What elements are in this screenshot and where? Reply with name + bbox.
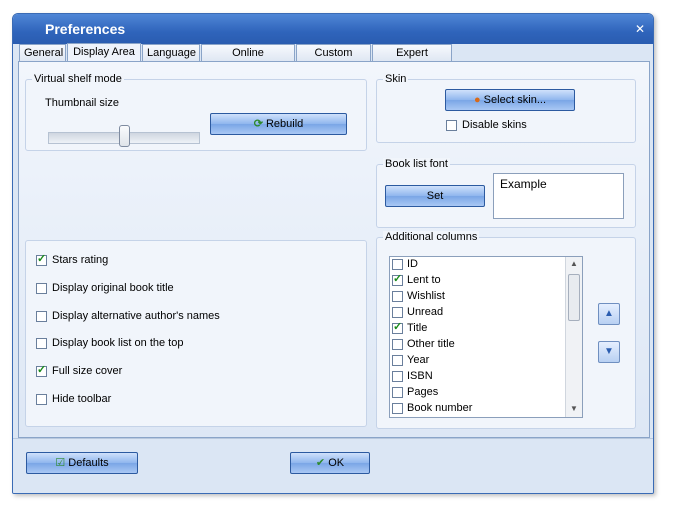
column-checkbox[interactable] — [392, 403, 403, 414]
font-example-box: Example — [493, 173, 624, 219]
list-item[interactable]: Book number — [392, 401, 562, 417]
rebuild-button[interactable]: ⟳ Rebuild — [210, 113, 347, 135]
list-item[interactable]: Unread — [392, 305, 562, 321]
column-checkbox[interactable] — [392, 272, 403, 286]
list-on-top-checkbox[interactable] — [36, 338, 47, 349]
column-label: Book number — [407, 402, 473, 414]
columns-list[interactable]: ID Lent to Wishlist Unread Title Other t… — [389, 256, 583, 418]
columns-scrollbar[interactable]: ▲ ▼ — [565, 257, 582, 417]
move-down-icon: ▼ — [604, 346, 614, 357]
select-skin-label: Select skin... — [483, 94, 547, 106]
display-area-panel: Virtual shelf mode Thumbnail size ⟳ Rebu… — [18, 61, 650, 438]
column-label: ID — [407, 258, 418, 270]
list-item[interactable]: Pages — [392, 385, 562, 401]
column-label: Other title — [407, 338, 455, 350]
display-options-group: Stars rating Display original book title… — [25, 240, 367, 427]
alt-author-names-checkbox[interactable] — [36, 311, 47, 322]
disable-skins-checkbox[interactable] — [446, 120, 457, 131]
rebuild-button-label: Rebuild — [265, 118, 304, 130]
list-item[interactable]: Title — [392, 320, 562, 337]
alt-author-names-label: Display alternative author's names — [52, 310, 220, 322]
column-checkbox[interactable] — [392, 387, 403, 398]
list-item[interactable]: Lent to — [392, 272, 562, 289]
column-label: Pages — [407, 386, 439, 398]
hide-toolbar-label: Hide toolbar — [52, 393, 112, 405]
column-checkbox[interactable] — [392, 307, 403, 318]
column-label: Unread — [407, 306, 444, 318]
book-list-font-legend: Book list font — [383, 158, 450, 170]
tab-display-area[interactable]: Display Area — [67, 43, 141, 62]
palette-icon: ● — [473, 94, 481, 106]
column-checkbox[interactable] — [392, 320, 403, 334]
thumbnail-size-label: Thumbnail size — [45, 97, 119, 109]
full-size-cover-checkbox[interactable] — [36, 363, 47, 377]
list-item[interactable]: Other title — [392, 337, 562, 353]
column-label: Title — [407, 322, 428, 334]
book-list-font-group: Book list font Set Example — [376, 158, 636, 228]
hide-toolbar-checkbox[interactable] — [36, 394, 47, 405]
stars-rating-checkbox[interactable] — [36, 252, 47, 266]
move-up-icon: ▲ — [604, 308, 614, 319]
set-font-button[interactable]: Set — [385, 185, 485, 207]
tab-online-databases[interactable]: Online databases — [201, 44, 295, 75]
column-checkbox[interactable] — [392, 371, 403, 382]
skin-group: Skin ● Select skin... Disable skins — [376, 73, 636, 143]
original-title-checkbox[interactable] — [36, 283, 47, 294]
column-checkbox[interactable] — [392, 259, 403, 270]
tab-custom-fields[interactable]: Custom fields — [296, 44, 371, 75]
defaults-label: Defaults — [68, 457, 109, 469]
list-item[interactable]: ISBN — [392, 369, 562, 385]
preferences-window: Preferences ✕ General Display Area Langu… — [12, 13, 654, 494]
virtual-shelf-group: Virtual shelf mode Thumbnail size ⟳ Rebu… — [25, 73, 367, 151]
refresh-icon: ⟳ — [253, 118, 263, 130]
thumbnail-size-slider-thumb[interactable] — [119, 125, 130, 147]
additional-columns-legend: Additional columns — [383, 231, 480, 243]
column-label: Lent to — [407, 274, 441, 286]
scrollbar-thumb[interactable] — [568, 274, 580, 321]
tab-general[interactable]: General — [19, 44, 66, 61]
select-skin-button[interactable]: ● Select skin... — [445, 89, 575, 111]
list-item[interactable]: Year — [392, 353, 562, 369]
full-size-cover-label: Full size cover — [52, 365, 123, 377]
column-label: Year — [407, 354, 430, 366]
scroll-down-icon[interactable]: ▼ — [568, 403, 580, 415]
column-checkbox[interactable] — [392, 339, 403, 350]
move-down-button[interactable]: ▼ — [598, 341, 620, 363]
move-up-button[interactable]: ▲ — [598, 303, 620, 325]
skin-legend: Skin — [383, 73, 409, 85]
ok-button[interactable]: ✔ OK — [290, 452, 370, 474]
dialog-footer: ☑ Defaults ✔ OK — [13, 438, 653, 493]
column-checkbox[interactable] — [392, 355, 403, 366]
additional-columns-group: Additional columns ID Lent to Wishlist U… — [376, 231, 636, 429]
tab-language[interactable]: Language — [142, 44, 200, 61]
title-bar[interactable]: Preferences ✕ — [13, 14, 653, 44]
window-title: Preferences — [45, 21, 126, 37]
list-item[interactable]: ID — [392, 257, 562, 273]
original-title-label: Display original book title — [52, 282, 174, 294]
column-label: Wishlist — [407, 290, 445, 302]
list-on-top-label: Display book list on the top — [52, 337, 184, 349]
stars-rating-label: Stars rating — [52, 254, 109, 266]
list-item[interactable]: Wishlist — [392, 289, 562, 305]
disable-skins-label: Disable skins — [462, 119, 527, 131]
checklist-icon: ☑ — [55, 457, 66, 469]
close-icon[interactable]: ✕ — [633, 22, 647, 36]
ok-check-icon: ✔ — [315, 457, 326, 469]
defaults-button[interactable]: ☑ Defaults — [26, 452, 138, 474]
column-label: ISBN — [407, 370, 433, 382]
virtual-shelf-legend: Virtual shelf mode — [32, 73, 124, 85]
scroll-up-icon[interactable]: ▲ — [568, 258, 580, 270]
ok-label: OK — [328, 457, 345, 469]
tab-expert-options[interactable]: Expert options — [372, 44, 452, 75]
column-checkbox[interactable] — [392, 291, 403, 302]
